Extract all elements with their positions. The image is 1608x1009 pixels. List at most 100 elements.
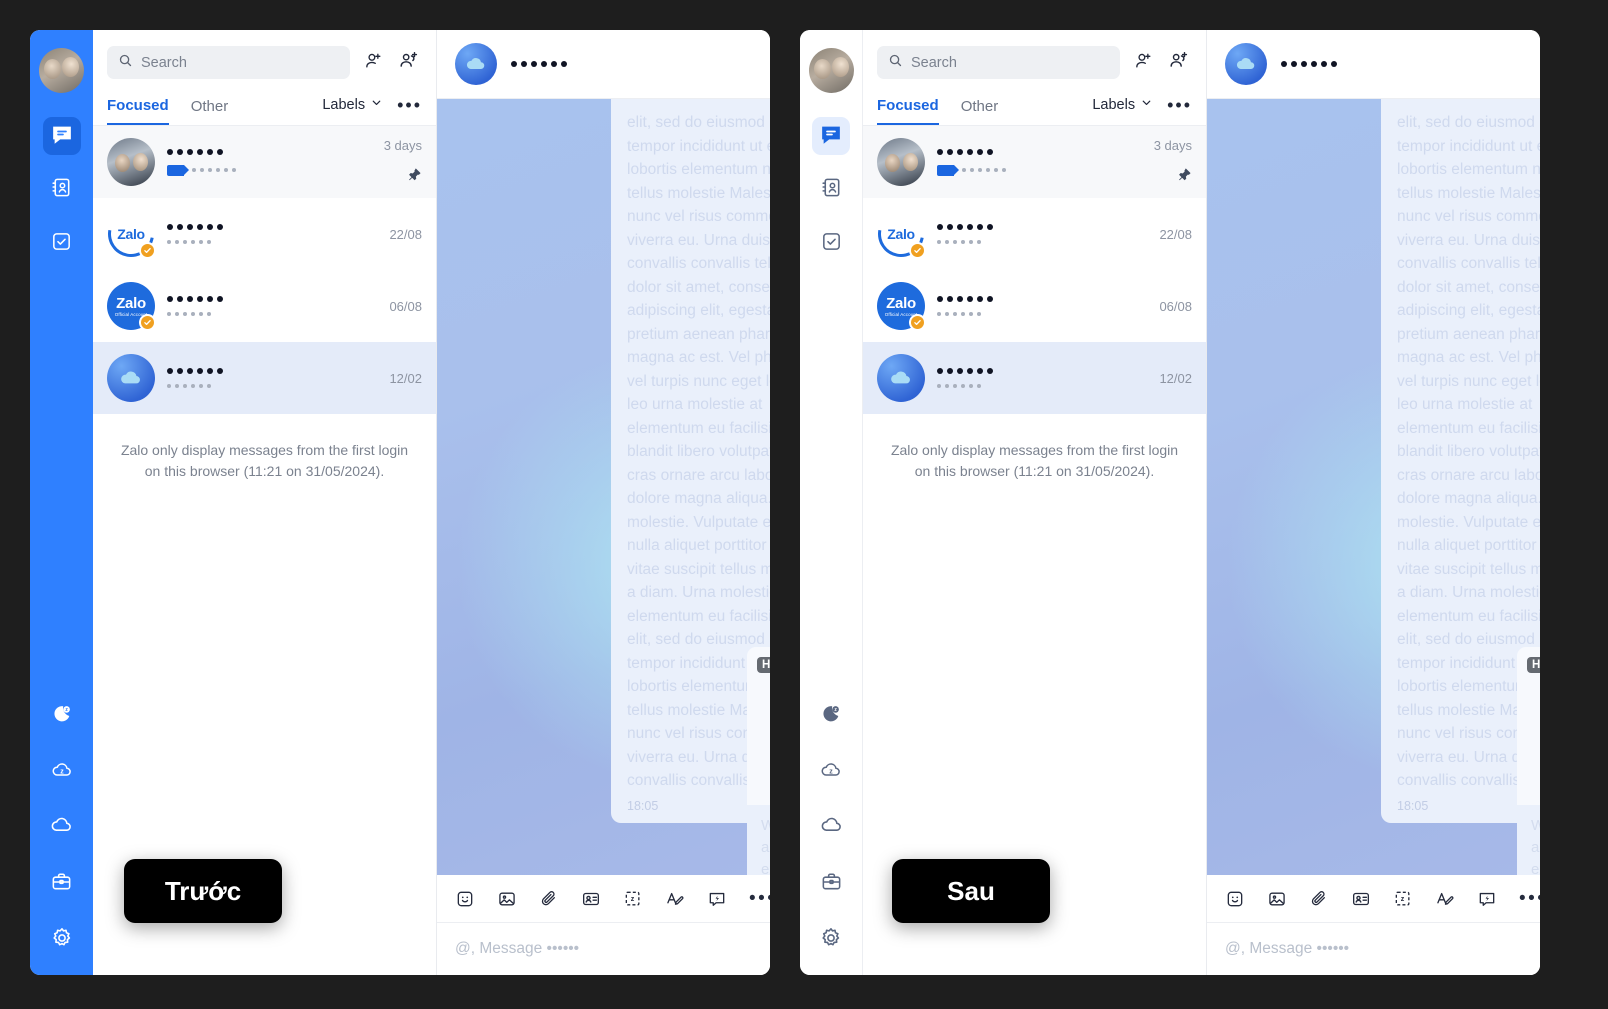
chat-avatar[interactable] — [1225, 43, 1267, 85]
list-tabs: Focused Other Labels ••• — [93, 93, 436, 126]
rail-item-cloud[interactable] — [812, 809, 850, 847]
contact-card-icon[interactable] — [1351, 889, 1371, 909]
list-item-meta: 12/02 — [1159, 371, 1192, 386]
rail-avatar[interactable] — [39, 48, 84, 93]
image-message[interactable]: HD We are excited to announce the new ex… — [1517, 647, 1540, 875]
composer-toolbar: z ••• — [1207, 875, 1540, 923]
image-message[interactable]: HD We are excited to announce the new ex… — [747, 647, 770, 875]
more-icon[interactable]: ••• — [749, 889, 770, 908]
search-input[interactable]: Search — [877, 46, 1120, 79]
paperclip-icon[interactable] — [1309, 889, 1329, 909]
list-item-body — [937, 296, 1147, 316]
hd-badge: HD — [757, 657, 770, 673]
comparison-stage: z z Search Focused Other Labels ••• 3 da… — [0, 0, 1608, 1009]
list-item[interactable]: Zalo Official Account 06/08 — [93, 270, 436, 342]
list-item-name-row — [937, 368, 1147, 374]
rail-item-contacts[interactable] — [43, 171, 81, 209]
paperclip-icon[interactable] — [539, 889, 559, 909]
tab-focused[interactable]: Focused — [877, 93, 939, 125]
sticker-icon[interactable] — [455, 889, 475, 909]
rail-item-settings[interactable] — [43, 921, 81, 959]
rail-item-settings[interactable] — [812, 921, 850, 959]
svg-text:z: z — [1401, 895, 1405, 903]
timestamp: 3 days — [1153, 137, 1192, 153]
list-item[interactable]: Zalo 22/08 — [863, 198, 1206, 270]
create-group-button[interactable] — [396, 50, 422, 76]
list-item[interactable]: Zalo Official Account 06/08 — [863, 270, 1206, 342]
quick-message-icon[interactable] — [1477, 889, 1497, 909]
rail-item-do-not-disturb[interactable]: z — [43, 697, 81, 735]
list-header: Search — [93, 30, 436, 79]
verified-badge-icon — [139, 242, 156, 259]
rail-item-cloud-zalo[interactable]: z — [812, 753, 850, 791]
quick-message-icon[interactable] — [707, 889, 727, 909]
list-item[interactable]: 12/02 — [863, 342, 1206, 414]
rail-item-messages[interactable] — [812, 117, 850, 155]
add-friend-button[interactable] — [360, 50, 386, 76]
image-icon[interactable] — [1267, 889, 1287, 909]
list-item-meta: 12/02 — [389, 371, 422, 386]
conversation-list: 3 days Zalo 22/08 Zalo Official Account … — [863, 126, 1206, 414]
rail-item-contacts[interactable] — [812, 171, 850, 209]
contact-name-redacted — [937, 368, 993, 374]
search-icon — [888, 53, 903, 73]
list-more-button[interactable]: ••• — [397, 96, 422, 119]
contact-name-redacted — [937, 296, 993, 302]
tab-focused[interactable]: Focused — [107, 93, 169, 125]
message-input[interactable]: @, Message •••••• — [1207, 923, 1540, 975]
labels-dropdown[interactable]: Labels — [322, 96, 383, 122]
contacts-icon — [820, 176, 843, 204]
add-friend-button[interactable] — [1130, 50, 1156, 76]
text-format-icon[interactable] — [665, 889, 685, 909]
gear-icon — [50, 926, 74, 955]
screen-capture-icon[interactable]: z — [1393, 889, 1413, 909]
message-input[interactable]: @, Message •••••• — [437, 923, 770, 975]
message-area[interactable]: elit, sed do eiusmod tempor incididunt u… — [1207, 99, 1540, 875]
todo-icon — [50, 230, 73, 258]
message-area[interactable]: elit, sed do eiusmod tempor incididunt u… — [437, 99, 770, 875]
list-item-preview-row — [167, 384, 377, 388]
contact-name-redacted — [937, 224, 993, 230]
rail-item-todo[interactable] — [812, 225, 850, 263]
rail-item-do-not-disturb[interactable]: z — [812, 697, 850, 735]
nav-rail-before: z z — [30, 30, 93, 975]
tab-other[interactable]: Other — [191, 94, 229, 124]
pin-icon[interactable] — [1177, 167, 1192, 187]
contact-name-redacted — [167, 148, 223, 155]
contact-card-icon[interactable] — [581, 889, 601, 909]
rail-avatar[interactable] — [808, 48, 854, 93]
create-group-button[interactable] — [1166, 50, 1192, 76]
screen-capture-icon[interactable]: z — [623, 889, 643, 909]
timestamp: 06/08 — [389, 298, 422, 314]
tab-other[interactable]: Other — [961, 94, 999, 124]
rail-item-cloud[interactable] — [43, 809, 81, 847]
verified-badge-icon — [909, 314, 926, 331]
labels-dropdown[interactable]: Labels — [1092, 96, 1153, 122]
message-preview-redacted — [937, 312, 981, 316]
rail-item-work[interactable] — [812, 865, 850, 903]
search-input[interactable]: Search — [107, 46, 350, 79]
contact-name-redacted — [167, 368, 223, 374]
list-item-name-row — [937, 224, 1147, 230]
moon-sleep-icon: z — [819, 702, 843, 731]
rail-item-cloud-zalo[interactable]: z — [43, 753, 81, 791]
more-icon[interactable]: ••• — [1519, 889, 1540, 908]
sticker-icon[interactable] — [1225, 889, 1245, 909]
pin-icon[interactable] — [407, 167, 422, 187]
list-item-body — [937, 224, 1147, 244]
list-item[interactable]: Zalo 22/08 — [93, 198, 436, 270]
list-more-button[interactable]: ••• — [1167, 96, 1192, 119]
chat-avatar[interactable] — [455, 43, 497, 85]
list-item[interactable]: 3 days — [93, 126, 436, 198]
rail-item-work[interactable] — [43, 865, 81, 903]
search-icon — [118, 53, 133, 73]
verified-badge-icon — [139, 314, 156, 331]
list-item[interactable]: 12/02 — [93, 342, 436, 414]
list-item[interactable]: 3 days — [863, 126, 1206, 198]
rail-item-todo[interactable] — [43, 225, 81, 263]
rail-item-messages[interactable] — [42, 117, 81, 155]
list-item-name-row — [167, 368, 377, 374]
list-item-meta: 06/08 — [1159, 299, 1192, 314]
image-icon[interactable] — [497, 889, 517, 909]
text-format-icon[interactable] — [1435, 889, 1455, 909]
